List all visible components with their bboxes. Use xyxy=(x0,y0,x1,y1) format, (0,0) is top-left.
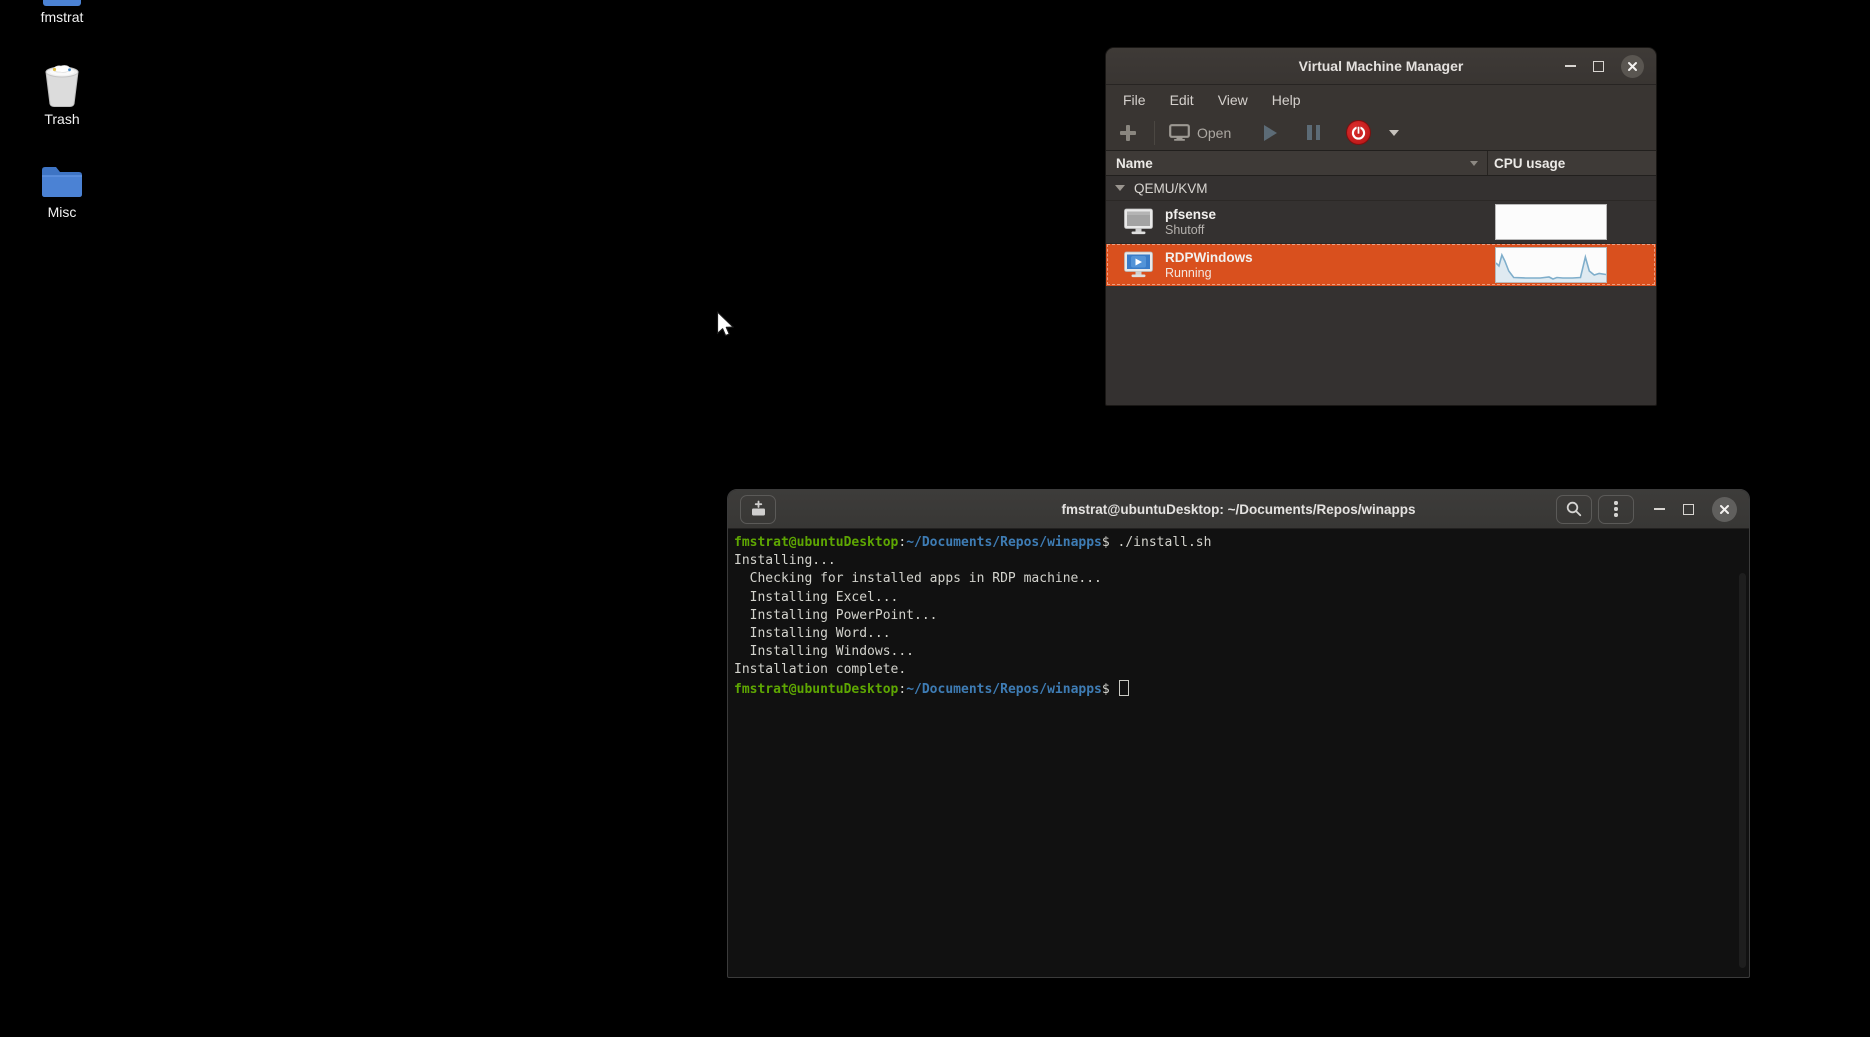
sort-caret-icon xyxy=(1470,161,1478,166)
terminal-output-line: Installing Excel... xyxy=(734,589,1749,607)
vm-monitor-icon xyxy=(1123,208,1154,235)
desktop-icon-label: fmstrat xyxy=(2,9,122,25)
expander-caret-icon[interactable] xyxy=(1115,185,1125,191)
power-icon xyxy=(1350,124,1367,141)
search-button[interactable] xyxy=(1556,495,1592,524)
vm-name: RDPWindows xyxy=(1165,250,1253,266)
folder-icon xyxy=(43,0,81,6)
vm-list-empty-area xyxy=(1106,286,1656,405)
cpu-usage-sparkline xyxy=(1495,204,1607,240)
terminal-window: fmstrat@ubuntuDesktop: ~/Documents/Repos… xyxy=(727,489,1750,978)
close-button[interactable] xyxy=(1712,497,1737,522)
shutdown-menu-caret-icon[interactable] xyxy=(1389,130,1399,136)
terminal-headerbar[interactable]: fmstrat@ubuntuDesktop: ~/Documents/Repos… xyxy=(728,490,1749,529)
terminal-output-line: Checking for installed apps in RDP machi… xyxy=(734,570,1749,588)
shutdown-button[interactable] xyxy=(1346,120,1371,145)
desktop-icon-fmstrat[interactable]: fmstrat xyxy=(2,0,122,25)
prompt-user-host: fmstrat@ubuntuDesktop xyxy=(734,535,898,550)
prompt-path: ~/Documents/Repos/winapps xyxy=(906,535,1102,550)
mouse-cursor xyxy=(716,311,736,339)
command-text: ./install.sh xyxy=(1118,535,1212,550)
column-name-label: Name xyxy=(1116,156,1153,171)
terminal-output-line: Installing Word... xyxy=(734,625,1749,643)
menu-view[interactable]: View xyxy=(1206,88,1260,112)
prompt-path: ~/Documents/Repos/winapps xyxy=(906,682,1102,697)
close-icon xyxy=(1719,504,1730,515)
vm-list-header: Name CPU usage xyxy=(1106,150,1656,176)
desktop-icon-misc[interactable]: Misc xyxy=(2,163,122,220)
folder-icon xyxy=(39,163,85,201)
terminal-prompt-line: fmstrat@ubuntuDesktop:~/Documents/Repos/… xyxy=(734,680,1749,698)
vmm-menubar: File Edit View Help xyxy=(1106,85,1656,115)
search-icon xyxy=(1565,500,1583,518)
open-button-label: Open xyxy=(1197,125,1231,141)
terminal-prompt-line: fmstrat@ubuntuDesktop:~/Documents/Repos/… xyxy=(734,534,1749,552)
vmm-titlebar[interactable]: Virtual Machine Manager xyxy=(1106,48,1656,85)
prompt-user-host: fmstrat@ubuntuDesktop xyxy=(734,682,898,697)
new-tab-icon xyxy=(748,500,768,518)
vm-row-pfsense[interactable]: pfsense Shutoff xyxy=(1106,200,1656,243)
run-icon[interactable] xyxy=(1264,125,1277,141)
close-button[interactable] xyxy=(1621,55,1644,78)
menu-button[interactable] xyxy=(1598,495,1634,524)
vmm-toolbar: Open xyxy=(1106,115,1656,150)
column-header-name[interactable]: Name xyxy=(1106,151,1488,175)
kebab-icon xyxy=(1614,501,1617,516)
minimize-icon[interactable] xyxy=(1654,508,1665,510)
desktop-icon-trash[interactable]: Trash xyxy=(2,62,122,127)
terminal-output-line: Installing Windows... xyxy=(734,643,1749,661)
desktop: fmstrat Trash Misc Virtual Machine Manag… xyxy=(0,0,1870,1037)
vm-status: Running xyxy=(1165,266,1253,281)
cpu-usage-sparkline xyxy=(1495,247,1607,283)
new-tab-button[interactable] xyxy=(740,495,776,524)
terminal-output-line: Installation complete. xyxy=(734,661,1749,679)
close-icon xyxy=(1627,61,1638,72)
pause-icon[interactable] xyxy=(1307,125,1320,140)
vm-group-label: QEMU/KVM xyxy=(1134,181,1208,196)
desktop-icon-label: Misc xyxy=(2,204,122,220)
minimize-icon[interactable] xyxy=(1565,65,1576,67)
vmm-window: Virtual Machine Manager File Edit View H… xyxy=(1105,47,1657,406)
column-cpu-label: CPU usage xyxy=(1494,156,1565,171)
vm-row-rdpwindows[interactable]: RDPWindows Running xyxy=(1106,243,1656,286)
column-header-cpu[interactable]: CPU usage xyxy=(1488,156,1656,171)
maximize-icon[interactable] xyxy=(1593,61,1604,72)
trash-icon xyxy=(40,62,84,108)
terminal-content[interactable]: fmstrat@ubuntuDesktop:~/Documents/Repos/… xyxy=(728,529,1749,977)
vm-group-qemu[interactable]: QEMU/KVM xyxy=(1106,176,1656,200)
vm-name: pfsense xyxy=(1165,207,1216,223)
desktop-icon-label: Trash xyxy=(2,111,122,127)
toolbar-separator xyxy=(1154,121,1155,145)
open-button[interactable]: Open xyxy=(1169,124,1231,141)
menu-help[interactable]: Help xyxy=(1260,88,1313,112)
vm-list: QEMU/KVM pfsense Shutoff xyxy=(1106,176,1656,405)
maximize-icon[interactable] xyxy=(1683,504,1694,515)
terminal-output-line: Installing... xyxy=(734,552,1749,570)
vm-monitor-running-icon xyxy=(1123,251,1154,278)
terminal-output-line: Installing PowerPoint... xyxy=(734,607,1749,625)
new-vm-button[interactable] xyxy=(1120,125,1136,141)
menu-edit[interactable]: Edit xyxy=(1158,88,1206,112)
monitor-icon xyxy=(1169,124,1190,141)
menu-file[interactable]: File xyxy=(1111,88,1158,112)
vm-status: Shutoff xyxy=(1165,223,1216,238)
terminal-cursor xyxy=(1119,680,1129,696)
scrollbar[interactable] xyxy=(1739,573,1746,968)
